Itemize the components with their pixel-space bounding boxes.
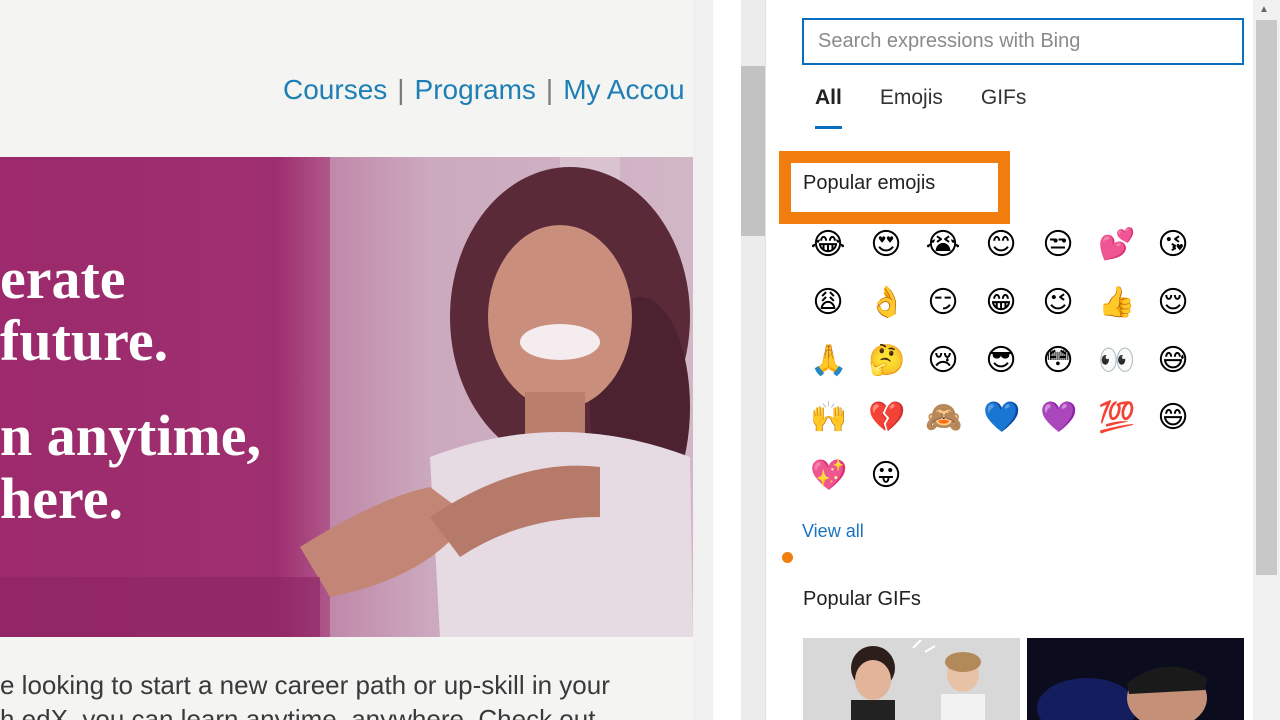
hero-subheading-line: here. <box>0 466 123 531</box>
expression-tabs: All Emojis GIFs <box>815 86 1064 129</box>
panel-scrollbar-thumb[interactable] <box>1256 20 1277 575</box>
loudly-crying-face-icon[interactable]: 😭 <box>925 227 961 263</box>
beaming-face-icon[interactable]: 😄 <box>1155 400 1191 436</box>
smirking-face-icon[interactable]: 😏 <box>925 285 961 321</box>
broken-heart-icon[interactable]: 💔 <box>868 400 905 436</box>
tab-gifs[interactable]: GIFs <box>981 86 1027 110</box>
scroll-up-arrow-icon[interactable]: ▲ <box>1259 4 1269 15</box>
cursor-indicator-dot <box>782 552 793 563</box>
popular-emojis-heading: Popular emojis <box>803 172 936 194</box>
face-with-tongue-icon[interactable]: 😛 <box>868 458 904 494</box>
face-blowing-kiss-icon[interactable]: 😘 <box>1155 227 1191 263</box>
grinning-face-with-smiling-eyes-icon[interactable]: 😁 <box>983 285 1019 321</box>
gif-high-five-image <box>803 638 1020 720</box>
intro-line: e looking to start a new career path or … <box>0 670 610 700</box>
ok-hand-icon[interactable]: 👌 <box>868 285 905 321</box>
nav-separator: | <box>397 74 405 105</box>
smiling-face-icon[interactable]: 😊 <box>983 227 1019 263</box>
see-no-evil-monkey-icon[interactable]: 🙈 <box>925 400 962 436</box>
hundred-points-icon[interactable]: 💯 <box>1098 400 1135 436</box>
flushed-face-icon[interactable]: 😳 <box>1040 343 1076 379</box>
top-navigation: Courses | Programs | My Accou <box>283 74 685 106</box>
pane-divider <box>693 0 713 720</box>
tab-all[interactable]: All <box>815 86 842 129</box>
gif-person-cap-image <box>1027 638 1244 720</box>
nav-link-courses[interactable]: Courses <box>283 74 387 105</box>
purple-heart-icon[interactable]: 💜 <box>1040 400 1077 436</box>
two-hearts-icon[interactable]: 💕 <box>1098 227 1135 263</box>
webpage-content: Courses | Programs | My Accou erate future. … <box>0 0 693 720</box>
raising-hands-icon[interactable]: 🙌 <box>810 400 847 436</box>
face-with-tears-of-joy-icon[interactable]: 😂 <box>810 227 846 263</box>
hero-subheading-line: n anytime, <box>0 403 261 468</box>
view-all-link[interactable]: View all <box>802 521 864 542</box>
nav-separator: | <box>545 74 554 105</box>
sparkling-heart-icon[interactable]: 💖 <box>810 458 847 494</box>
expressions-panel: All Emojis GIFs Popular emojis 😂 😍 😭 😊 😒 💕 😘 😩 👌… <box>765 0 1280 720</box>
gif-thumbnail[interactable] <box>803 638 1020 720</box>
winking-face-icon[interactable]: 😉 <box>1040 285 1076 321</box>
hero-heading-line: future. <box>0 308 169 373</box>
tab-emojis[interactable]: Emojis <box>880 86 943 110</box>
page-scrollbar-thumb[interactable] <box>741 66 765 236</box>
unamused-face-icon[interactable]: 😒 <box>1040 227 1076 263</box>
thinking-face-icon[interactable]: 🤔 <box>868 343 905 379</box>
search-expressions-input[interactable] <box>802 18 1244 65</box>
relieved-face-icon[interactable]: 😌 <box>1155 285 1191 321</box>
grinning-face-with-sweat-icon[interactable]: 😅 <box>1155 343 1191 379</box>
smiling-face-with-heart-eyes-icon[interactable]: 😍 <box>868 227 904 263</box>
intro-line: h edX, you can learn anytime, anywhere. … <box>0 704 596 720</box>
popular-gifs-heading: Popular GIFs <box>803 588 921 610</box>
nav-link-programs[interactable]: Programs <box>415 74 536 105</box>
eyes-icon[interactable]: 👀 <box>1098 343 1135 379</box>
hero-banner: erate future. n anytime, here. <box>0 157 693 637</box>
intro-paragraph: e looking to start a new career path or … <box>0 668 693 720</box>
hero-photo <box>0 157 693 637</box>
blue-heart-icon[interactable]: 💙 <box>983 400 1020 436</box>
hero-heading-line: erate <box>0 246 126 311</box>
thumbs-up-icon[interactable]: 👍 <box>1098 285 1135 321</box>
crying-face-icon[interactable]: 😢 <box>925 343 961 379</box>
nav-link-my-account[interactable]: My Accou <box>563 74 684 105</box>
gif-thumbnail[interactable] <box>1027 638 1244 720</box>
weary-face-icon[interactable]: 😩 <box>810 285 846 321</box>
folded-hands-icon[interactable]: 🙏 <box>810 343 847 379</box>
smiling-face-with-sunglasses-icon[interactable]: 😎 <box>983 343 1019 379</box>
